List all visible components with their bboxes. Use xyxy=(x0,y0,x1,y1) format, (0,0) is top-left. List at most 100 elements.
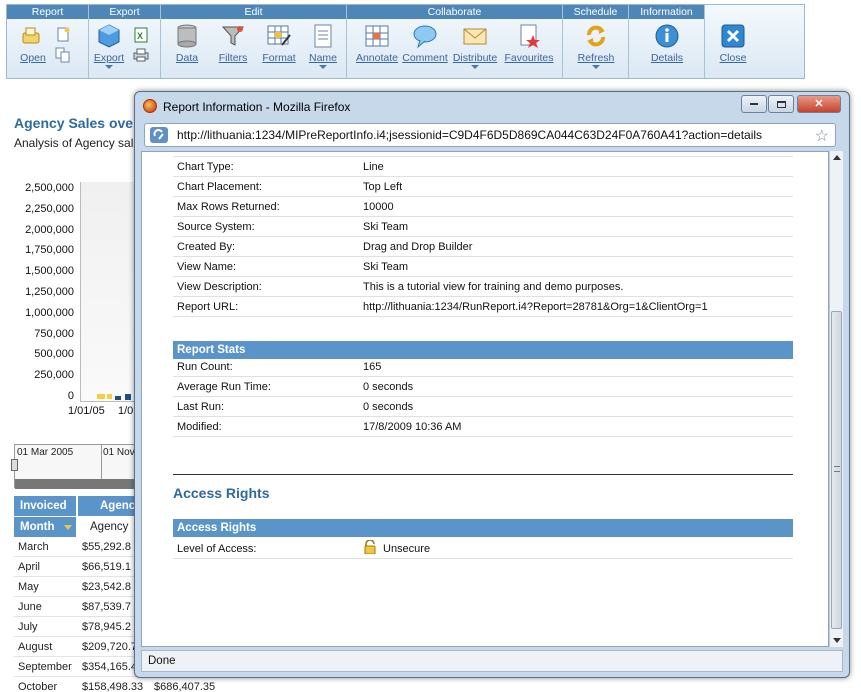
slider-track[interactable] xyxy=(15,479,139,489)
export-button[interactable]: Export xyxy=(83,23,135,69)
export-cube-icon xyxy=(98,24,120,48)
grid-cell-value: $209,720.7 xyxy=(82,641,138,653)
detail-label: View Description: xyxy=(177,281,262,293)
scroll-down-icon[interactable] xyxy=(833,638,841,643)
stat-label: Last Run: xyxy=(177,401,225,413)
stat-label: Modified: xyxy=(177,421,222,433)
distribute-button[interactable]: Distribute xyxy=(449,23,501,69)
annotate-button[interactable]: Annotate xyxy=(351,23,403,64)
grid-column-header-row: Month Agency xyxy=(14,517,140,537)
comment-bubble-icon xyxy=(413,25,437,49)
stat-value: 0 seconds xyxy=(363,381,414,393)
new-icon[interactable] xyxy=(55,27,71,46)
chart-y-tick: 2,000,000 xyxy=(25,223,74,236)
comment-button[interactable]: Comment xyxy=(399,23,451,64)
open-icon xyxy=(22,27,40,44)
access-rights-title: Access Rights xyxy=(173,485,270,501)
grid-cell-month: August xyxy=(18,641,53,653)
report-subtitle: Analysis of Agency sal xyxy=(14,136,134,150)
detail-label: View Name: xyxy=(177,261,237,273)
grid-group-header-row: Invoiced Agenc xyxy=(14,496,140,516)
favourites-star-icon xyxy=(520,24,540,48)
maximize-button[interactable] xyxy=(768,95,794,113)
maximize-icon xyxy=(776,100,786,108)
open-label: Open xyxy=(20,52,46,64)
data-label: Data xyxy=(175,52,199,64)
detail-value: Ski Team xyxy=(363,221,409,233)
grid-group-header-agency: Agenc xyxy=(78,496,140,516)
stat-label: Run Count: xyxy=(177,361,233,373)
grid-cell-value: $55,292.8 xyxy=(82,541,131,553)
detail-value: Top Left xyxy=(363,181,403,193)
grid-cell-value: $78,945.2 xyxy=(82,621,131,633)
stat-row: Run Count: 165 xyxy=(173,357,793,377)
access-value: Unsecure xyxy=(383,543,431,555)
toolbar-group-collaborate: Collaborate Annotate Comment Distribute … xyxy=(347,5,563,78)
grid-column-header-month[interactable]: Month xyxy=(14,517,76,537)
date-range-slider[interactable]: 01 Mar 2005 01 Nov xyxy=(11,444,140,489)
vertical-scrollbar[interactable] xyxy=(829,151,843,647)
toolbar-group-label: Edit xyxy=(161,5,346,19)
data-button[interactable]: Data xyxy=(161,23,213,64)
chart-y-tick: 1,750,000 xyxy=(25,244,74,257)
grid-cell-value: $23,542.8 xyxy=(82,581,131,593)
grid-cell-month: March xyxy=(18,541,49,553)
detail-row: Source System: Ski Team xyxy=(173,217,793,237)
open-button[interactable]: Open xyxy=(7,23,59,64)
chart-series-mark xyxy=(115,396,121,400)
details-label: Details xyxy=(650,52,684,64)
name-document-icon xyxy=(314,24,332,48)
bookmark-star-icon[interactable]: ☆ xyxy=(815,126,829,146)
table-row[interactable]: October $158,498.33 $686,407.35 xyxy=(14,677,234,692)
slider-start-date: 01 Mar 2005 xyxy=(17,447,74,458)
grid-cell-value: $87,539.7 xyxy=(82,601,131,613)
chevron-down-icon xyxy=(319,65,327,69)
scroll-up-icon[interactable] xyxy=(833,155,841,160)
refresh-button[interactable]: Refresh xyxy=(570,23,622,69)
export-label: Export xyxy=(93,52,125,64)
address-bar[interactable]: http://lithuania:1234/MIPreReportInfo.i4… xyxy=(144,123,836,147)
toolbar-group-schedule: Schedule Refresh xyxy=(563,5,629,78)
details-button[interactable]: Details xyxy=(641,23,693,64)
name-button[interactable]: Name xyxy=(297,23,349,69)
close-report-button[interactable]: Close xyxy=(707,23,759,64)
detail-value: Drag and Drop Builder xyxy=(363,241,473,253)
toolbar-group-label: Report xyxy=(7,5,88,19)
favourites-button[interactable]: Favourites xyxy=(503,23,555,64)
envelope-icon xyxy=(463,28,487,45)
minimize-button[interactable] xyxy=(741,95,767,113)
access-rights-header: Access Rights xyxy=(173,519,793,537)
url-text[interactable]: http://lithuania:1234/MIPreReportInfo.i4… xyxy=(177,128,762,142)
chevron-down-icon xyxy=(592,65,600,69)
refresh-icon xyxy=(587,25,605,47)
chart-y-tick: 0 xyxy=(67,390,74,402)
chart-y-tick: 2,500,000 xyxy=(25,182,74,194)
copy-icon[interactable] xyxy=(55,47,71,66)
toolbar-group-edit: Edit Data Filters Format Name xyxy=(161,5,347,78)
report-title: Agency Sales ove xyxy=(14,115,134,131)
detail-row: Created By: Drag and Drop Builder xyxy=(173,237,793,257)
section-divider xyxy=(173,474,793,475)
status-text: Done xyxy=(148,655,176,667)
database-icon xyxy=(177,24,197,48)
filters-button[interactable]: Filters xyxy=(207,23,259,64)
grid-column-header-agency[interactable]: Agency xyxy=(82,517,140,537)
window-close-button[interactable]: ✕ xyxy=(797,95,841,113)
info-icon xyxy=(655,24,679,48)
refresh-label: Refresh xyxy=(577,52,615,64)
grid-cell-value: $66,519.1 xyxy=(82,561,131,573)
grid-cell-extra: $686,407.35 xyxy=(154,681,216,692)
detail-label: Chart Type: xyxy=(177,161,234,173)
excel-icon[interactable]: X xyxy=(133,27,149,46)
print-icon[interactable] xyxy=(133,47,149,66)
chart-y-tick: 1,250,000 xyxy=(25,286,74,298)
svg-text:X: X xyxy=(137,31,143,41)
grid-cell-month: July xyxy=(18,621,38,633)
chart-y-tick: 250,000 xyxy=(34,369,74,382)
stat-row: Average Run Time: 0 seconds xyxy=(173,377,793,397)
chart-series-mark xyxy=(107,394,112,399)
slider-end-date: 01 Nov xyxy=(103,447,135,458)
chart-y-tick: 750,000 xyxy=(34,327,74,340)
scrollbar-thumb[interactable] xyxy=(831,311,842,629)
slider-handle[interactable] xyxy=(11,459,18,471)
